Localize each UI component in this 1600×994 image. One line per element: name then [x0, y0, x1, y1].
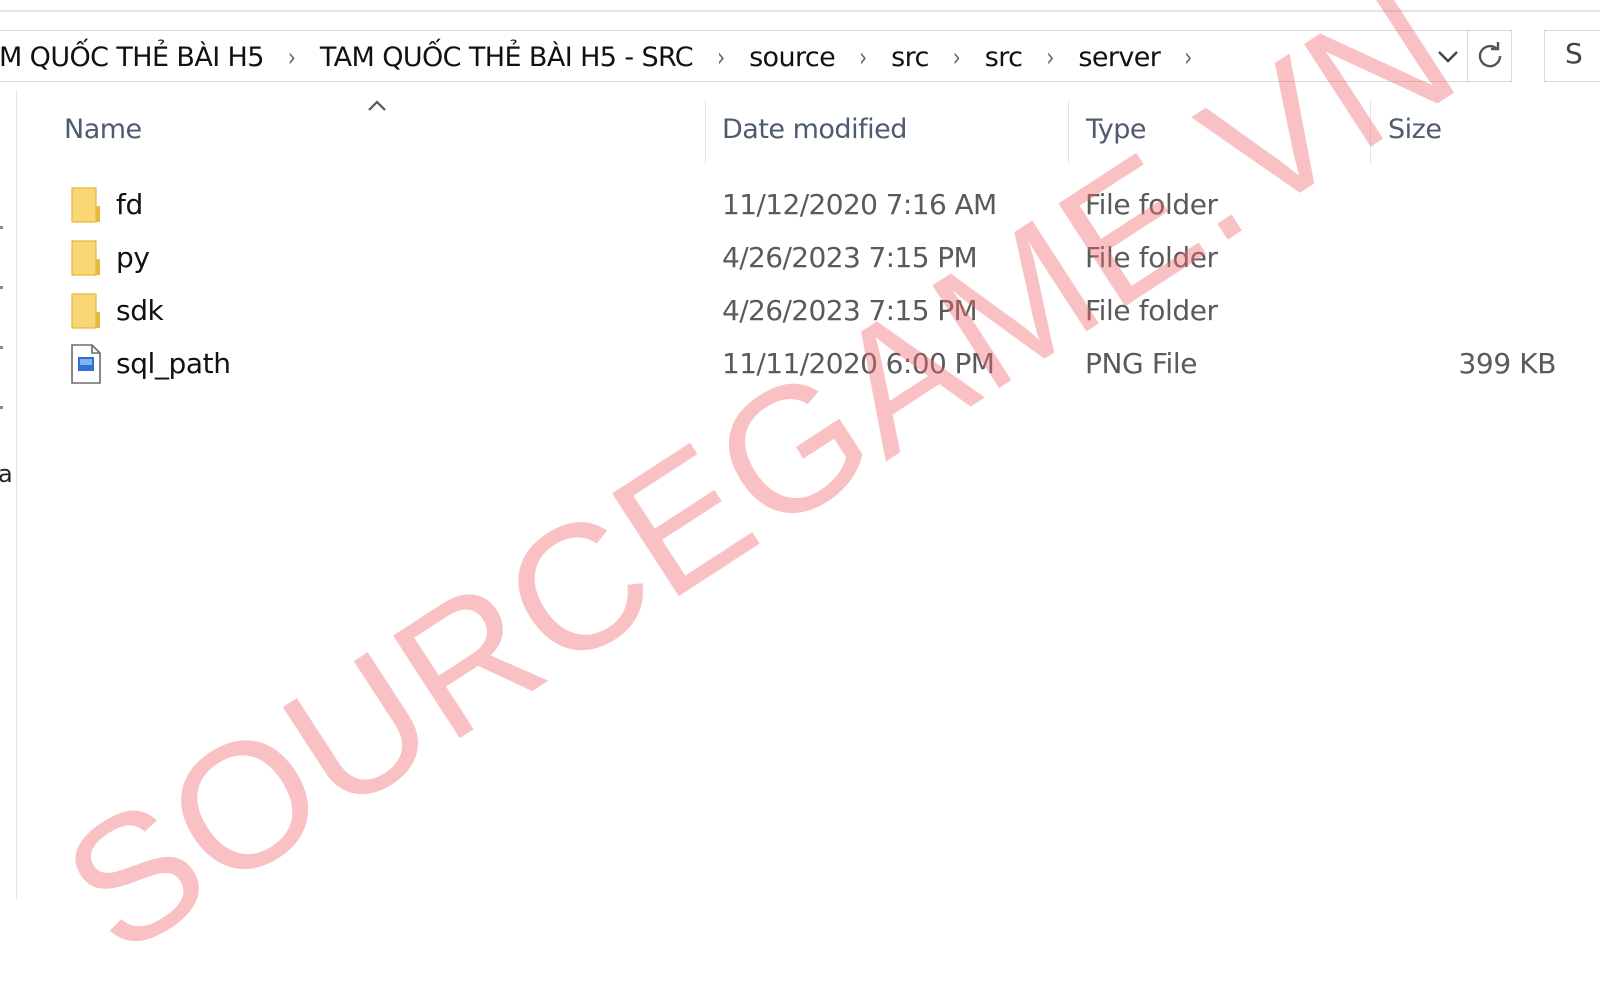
column-separator[interactable] — [1370, 100, 1371, 164]
breadcrumb-item[interactable]: source — [749, 42, 836, 73]
chevron-down-icon[interactable] — [1433, 41, 1463, 71]
breadcrumb-item[interactable]: M QUỐC THẺ BÀI H5 — [0, 42, 264, 73]
file-name[interactable]: fd — [116, 188, 143, 221]
address-bar[interactable]: M QUỐC THẺ BÀI H5 › TAM QUỐC THẺ BÀI H5 … — [0, 30, 1512, 83]
file-type: File folder — [1085, 294, 1218, 327]
file-date-modified: 11/12/2020 7:16 AM — [722, 188, 997, 221]
sort-ascending-icon — [368, 100, 386, 111]
folder-icon — [71, 293, 100, 329]
breadcrumb-item[interactable]: server — [1078, 42, 1160, 73]
search-icon: S — [1565, 37, 1583, 70]
breadcrumb: M QUỐC THẺ BÀI H5 › TAM QUỐC THẺ BÀI H5 … — [0, 31, 1216, 83]
column-separator[interactable] — [705, 100, 706, 164]
file-date-modified: 11/11/2020 6:00 PM — [722, 347, 995, 380]
address-divider — [1467, 31, 1468, 83]
file-name[interactable]: sql_path — [116, 347, 231, 380]
column-separator[interactable] — [1068, 100, 1069, 164]
watermark: SOURCEGAME.VN — [31, 0, 1489, 992]
nav-pane-item-marker — [0, 286, 3, 289]
breadcrumb-item[interactable]: src — [985, 42, 1023, 73]
file-date-modified: 4/26/2023 7:15 PM — [722, 294, 978, 327]
file-row[interactable]: sql_path 11/11/2020 6:00 PM PNG File 399… — [60, 339, 1560, 391]
file-row[interactable]: sdk 4/26/2023 7:15 PM File folder — [60, 286, 1560, 338]
refresh-icon[interactable] — [1473, 39, 1507, 73]
nav-pane-item-label[interactable]: a — [0, 460, 13, 488]
column-header-date-modified[interactable]: Date modified — [722, 114, 907, 145]
file-date-modified: 4/26/2023 7:15 PM — [722, 241, 978, 274]
nav-pane-item-marker — [0, 406, 3, 409]
folder-icon — [71, 187, 100, 223]
nav-pane-item-marker — [0, 346, 3, 349]
file-type: File folder — [1085, 241, 1218, 274]
png-file-icon — [71, 344, 101, 384]
breadcrumb-item[interactable]: src — [891, 42, 929, 73]
column-header-name[interactable]: Name — [64, 114, 142, 145]
chevron-right-icon[interactable]: › — [859, 41, 867, 72]
chevron-right-icon[interactable]: › — [953, 41, 961, 72]
navigation-pane-divider[interactable] — [16, 90, 17, 900]
file-type: File folder — [1085, 188, 1218, 221]
search-input[interactable]: S — [1544, 30, 1600, 82]
breadcrumb-item[interactable]: TAM QUỐC THẺ BÀI H5 - SRC — [320, 42, 694, 73]
column-header-type[interactable]: Type — [1086, 114, 1147, 145]
window-top-border — [0, 10, 1600, 12]
file-row[interactable]: py 4/26/2023 7:15 PM File folder — [60, 233, 1560, 285]
chevron-right-icon[interactable]: › — [1184, 41, 1192, 72]
nav-pane-item-marker — [0, 226, 3, 229]
chevron-right-icon[interactable]: › — [288, 41, 296, 72]
chevron-right-icon[interactable]: › — [717, 41, 725, 72]
folder-icon — [71, 240, 100, 276]
file-type: PNG File — [1085, 347, 1198, 380]
file-name[interactable]: sdk — [116, 294, 164, 327]
column-header-size[interactable]: Size — [1388, 114, 1442, 145]
chevron-right-icon[interactable]: › — [1046, 41, 1054, 72]
file-row[interactable]: fd 11/12/2020 7:16 AM File folder — [60, 180, 1560, 232]
file-size: 399 KB — [1458, 347, 1556, 380]
file-name[interactable]: py — [116, 241, 150, 274]
